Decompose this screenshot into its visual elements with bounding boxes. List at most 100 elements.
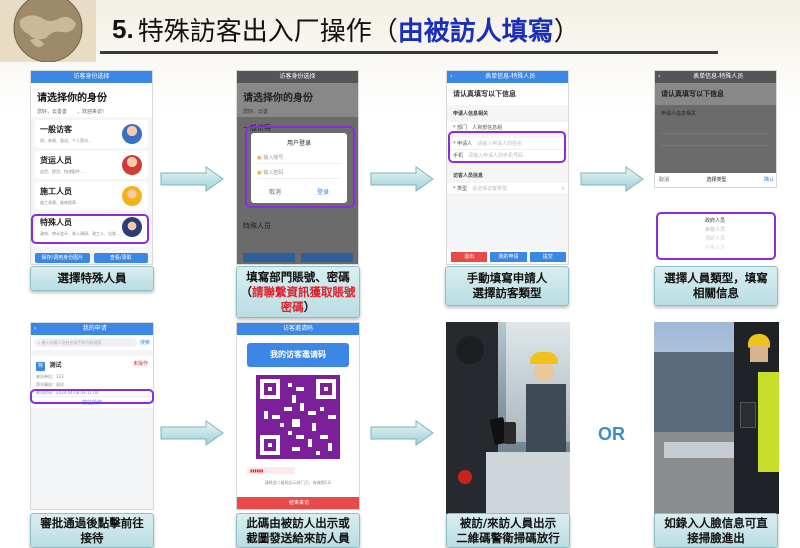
header-text: 表单信息-特殊人员 [485,73,536,80]
form-heading: 请认真填写以下信息 [655,83,776,105]
globe-decoration [0,0,96,62]
qr-note: 请将此二维码出示给门卫，有效期1天 [264,480,332,485]
arrow-right-icon [580,166,644,192]
visitor-name: 测试 [49,362,62,369]
picker-confirm-button[interactable]: 确认 [736,173,776,187]
search-input[interactable]: ⌕ 输入访客人员姓名或手机号码搜索 [34,338,137,347]
caption-text: 此碼由被訪人出示或 [246,515,350,530]
page-title: 5. 特殊訪客出入厂操作 （ 由被訪人填寫 ） [100,8,718,54]
screen-header: ‹ 我的申请 [31,323,153,335]
validity-tag: ▮▮▮▮▮▮ [247,467,295,474]
picker-title: 选择类型 [706,177,727,183]
invite-banner: 我的访客邀请码 [247,343,349,367]
back-icon[interactable]: ‹ [655,71,660,83]
exit-button[interactable]: 退出 [451,252,488,262]
greeting-text: 您好，云善 [243,109,269,115]
caption-text: 如錄入人臉信息可直 [664,515,768,530]
title-paren-close: ） [553,17,580,47]
caption-text: 選擇特殊人員 [57,271,127,285]
save-identity-button[interactable]: 保存/调用身份图片 [35,253,90,263]
highlight-go-operate [30,389,154,404]
special-badge: 特 [36,362,45,371]
caption-guard-scan: 被訪/來訪人員出示 二維碼警衛掃碼放行 [446,513,570,548]
caption-paren: ） [303,299,316,314]
caption-select-special: 選擇特殊人員 [30,266,154,291]
highlight-special-card [31,214,149,244]
caption-text: 接掃臉進出 [687,530,745,545]
screen-header: 访客邀请码 [237,323,359,335]
search-placeholder: 输入访客人员姓名或手机号码搜索 [41,340,102,345]
identity-heading: 请选择你的身份 [37,93,107,104]
caption-text: 填寫部門賬號、密碼 [246,269,350,284]
screen-header: 访客身份选择 [31,71,152,83]
caption-text: 相關信息 [693,286,739,300]
type-label: * 类型 [453,186,468,192]
type-row[interactable]: * 类型 请选择访客类型 › [447,183,568,195]
title-main: 特殊訪客出入厂操作 [137,17,372,47]
photo-guard-scanning [446,322,570,514]
visit-company: 来访单位：123 [36,374,64,379]
caption-share-code: 此碼由被訪人出示或 截圖發送給來訪人員 [236,513,360,548]
arrow-right-icon [370,420,434,446]
identity-heading: 请选择你的身份 [243,93,313,104]
courier-avatar-icon [122,155,142,175]
caption-text: 選擇訪客類型 [472,286,542,300]
qr-code-icon [256,375,340,459]
caption-go-reception: 審批通過後點擊前往 接待 [30,513,154,548]
end-visit-button[interactable]: 结束来访 [237,497,359,509]
highlight-applicant-fields [448,131,566,163]
dimmed-button-left [243,253,295,262]
screen-header: 访客身份选择 [237,71,358,83]
status-badge: 未操作 [132,361,148,367]
section-title: 申请人信息相关 [661,111,697,117]
caption-text: 被訪/來訪人員出示 [459,515,557,530]
identity-card-cargo[interactable]: 货运人员 送货、提货、快递配件... [35,151,148,179]
back-icon[interactable]: ‹ [447,71,452,83]
title-paren-open: （ [371,17,398,47]
dimmed-row [661,124,770,134]
identity-card-construction[interactable]: 施工人员 施工承建、维修保养... [35,182,148,210]
caption-text: 二維碼警衛掃碼放行 [456,530,560,545]
submit-button[interactable]: 提交 [529,252,566,262]
arrow-right-icon [160,166,224,192]
screen-type-picker: ‹ 表单信息-特殊人员 请认真填写以下信息 申请人信息相关 取消 选择类型 确认 [654,70,777,188]
header-text: 表单信息-特殊人员 [693,73,744,80]
screen-header: ‹ 表单信息-特殊人员 [655,71,776,83]
screen-my-applications: ‹ 我的申请 ⌕ 输入访客人员姓名或手机号码搜索 搜索 特 测试 未操作 来访单位… [30,322,154,510]
greeting-text: 您好，云善善 ，欢迎来访! [37,109,105,115]
my-application-button[interactable]: 我的申请 [490,252,527,262]
title-highlight: 由被訪人填寫 [397,17,554,47]
arrow-right-icon [160,420,224,446]
applicant-section-title: 申请人信息相关 [453,111,489,117]
view-record-button[interactable]: 查看/录取 [93,253,148,263]
search-button[interactable]: 搜索 [137,339,150,346]
form-heading: 请认真填写以下信息 [447,83,568,105]
type-select[interactable]: 请选择访客类型 [472,186,507,192]
dimmed-button-right [301,253,353,262]
caption-select-type: 選擇人員類型，填寫 相關信息 [654,266,778,306]
highlight-type-options [656,212,776,260]
highlight-login-dialog [245,126,355,208]
caption-text: 接待 [80,530,104,545]
screen-form-special: ‹ 表单信息-特殊人员 请认真填写以下信息 申请人信息相关 * 部门 人資部信息组… [446,70,569,265]
visitor-section-title: 访客人员信息 [453,173,484,179]
caption-fill-applicant: 手動填寫申請人 選擇訪客類型 [445,266,569,306]
title-number: 5. [112,14,134,44]
identity-card-general[interactable]: 一般访客 如：参观、面试、个人拜访... [35,120,148,148]
worker-avatar-icon [122,186,142,206]
card-name-special: 特殊人员 [243,222,271,230]
caption-text: 截圖發送給來訪人員 [246,530,350,545]
arrow-right-icon [370,166,434,192]
screen-invite-code: 访客邀请码 我的访客邀请码 ▮▮▮▮▮▮ 请将此二维码出示给门卫，有效期1天 结… [236,322,360,510]
chevron-right-icon: › [562,186,564,192]
back-icon[interactable]: ‹ [31,323,36,335]
visit-reason: 拜访事由：测试 [36,382,64,387]
visitor-avatar-icon [122,124,142,144]
or-label: OR [598,424,625,444]
caption-text: 手動填寫申請人 [466,271,548,285]
header-text: 我的申请 [82,325,107,332]
caption-login: 填寫部門賬號、密碼 （請聯繫資訊獲取賬號密碼） [236,266,360,318]
picker-cancel-button[interactable]: 取消 [655,173,697,187]
dimmed-row [661,136,770,146]
caption-paren: （ [240,284,253,299]
